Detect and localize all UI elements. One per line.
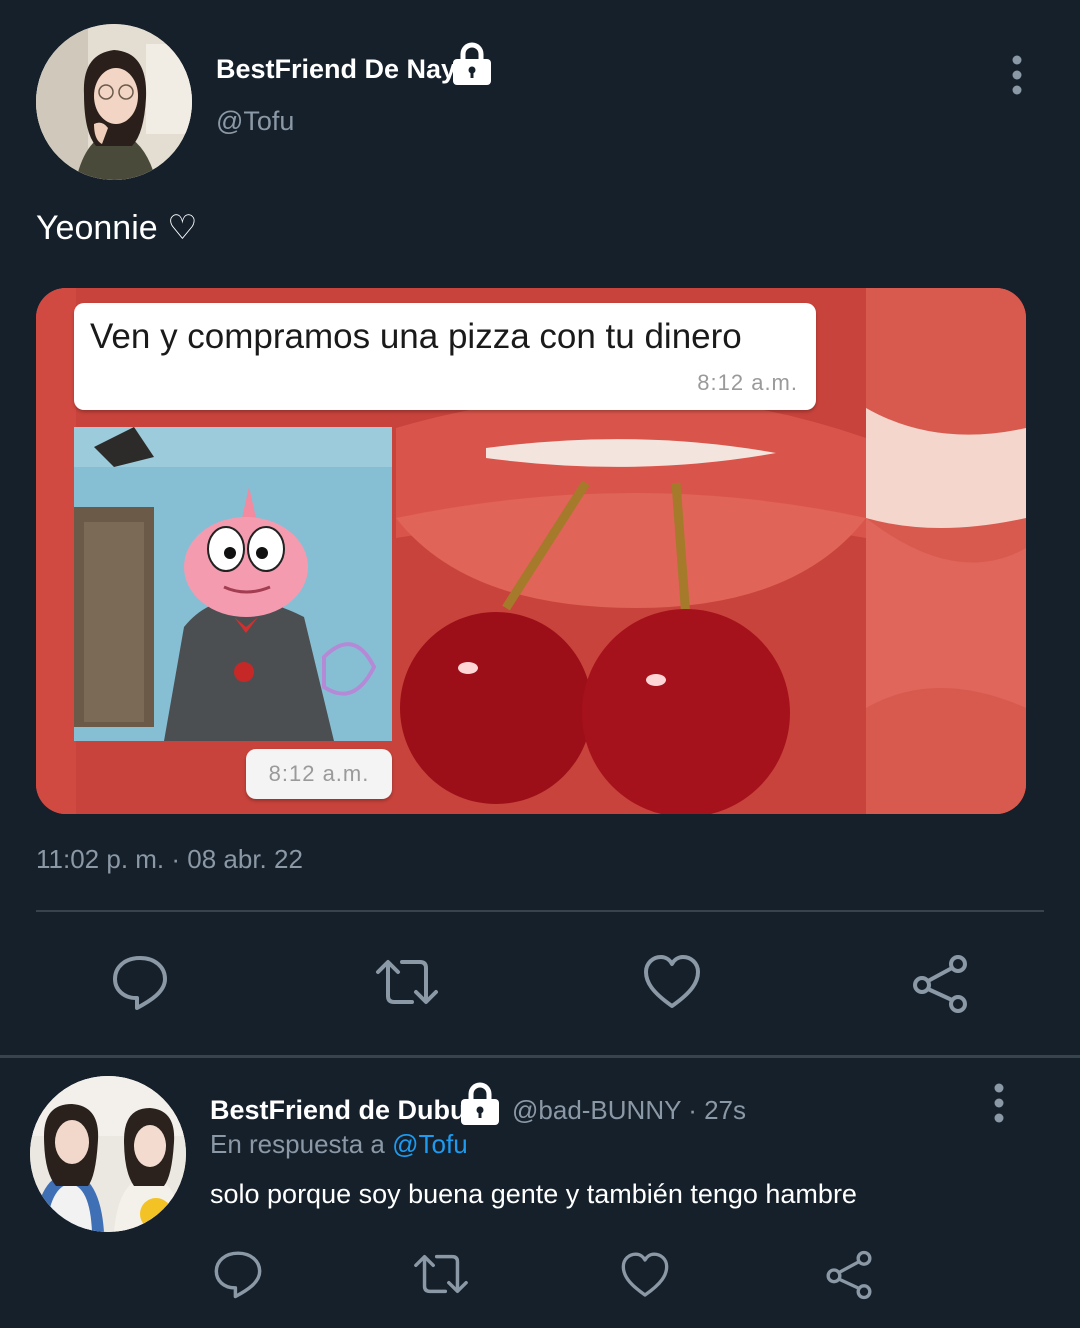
author-display-name[interactable]: BestFriend De Nay <box>216 54 456 85</box>
share-button[interactable] <box>824 1250 874 1300</box>
author-handle[interactable]: @Tofu <box>216 106 294 137</box>
share-icon <box>826 1250 872 1300</box>
retweet-button[interactable] <box>412 1248 470 1300</box>
reply-author-display-name[interactable]: BestFriend de Dubu <box>210 1095 467 1126</box>
chat-message-text: Ven y compramos una pizza con tu dinero <box>90 317 742 356</box>
more-vertical-icon[interactable] <box>986 1082 1012 1126</box>
reply-context-prefix: En respuesta a <box>210 1129 393 1159</box>
reply-handle-and-time[interactable]: @bad-BUNNY · 27s <box>512 1095 746 1126</box>
section-divider <box>0 1055 1080 1058</box>
more-vertical-icon[interactable] <box>1004 54 1030 98</box>
share-icon <box>913 955 967 1013</box>
like-button[interactable] <box>642 952 702 1012</box>
share-button[interactable] <box>910 954 970 1014</box>
divider <box>36 910 1044 912</box>
retweet-button[interactable] <box>374 952 440 1012</box>
chat-image-time: 8:12 a.m. <box>268 761 370 786</box>
reply-button[interactable] <box>110 952 170 1012</box>
author-avatar[interactable] <box>36 24 192 180</box>
chat-message-time: 8:12 a.m. <box>697 370 798 395</box>
reply-tweet-text: solo porque soy buena gente y también te… <box>210 1179 857 1209</box>
retweet-icon <box>414 1254 468 1294</box>
like-button[interactable] <box>620 1250 670 1300</box>
heart-icon <box>621 1252 669 1297</box>
reply-context: En respuesta a @Tofu <box>210 1129 468 1160</box>
reply-icon <box>214 1251 262 1299</box>
tweet-text: Yeonnie ♡ <box>36 209 198 247</box>
reply-author-avatar[interactable] <box>30 1076 186 1232</box>
heart-icon <box>644 955 700 1008</box>
reply-mention-link[interactable]: @Tofu <box>392 1129 468 1159</box>
tweet-timestamp[interactable]: 11:02 p. m. · 08 abr. 22 <box>36 844 303 875</box>
tweet-media-image[interactable]: Ven y compramos una pizza con tu dinero … <box>36 288 1026 814</box>
chat-bubble-message: Ven y compramos una pizza con tu dinero … <box>74 303 816 410</box>
retweet-icon <box>376 960 438 1004</box>
lock-icon <box>458 1080 502 1126</box>
lock-icon <box>450 40 494 86</box>
patrick-meme-image <box>74 427 392 741</box>
reply-button[interactable] <box>212 1248 264 1300</box>
reply-icon <box>113 956 167 1010</box>
chat-bubble-time: 8:12 a.m. <box>246 749 392 799</box>
